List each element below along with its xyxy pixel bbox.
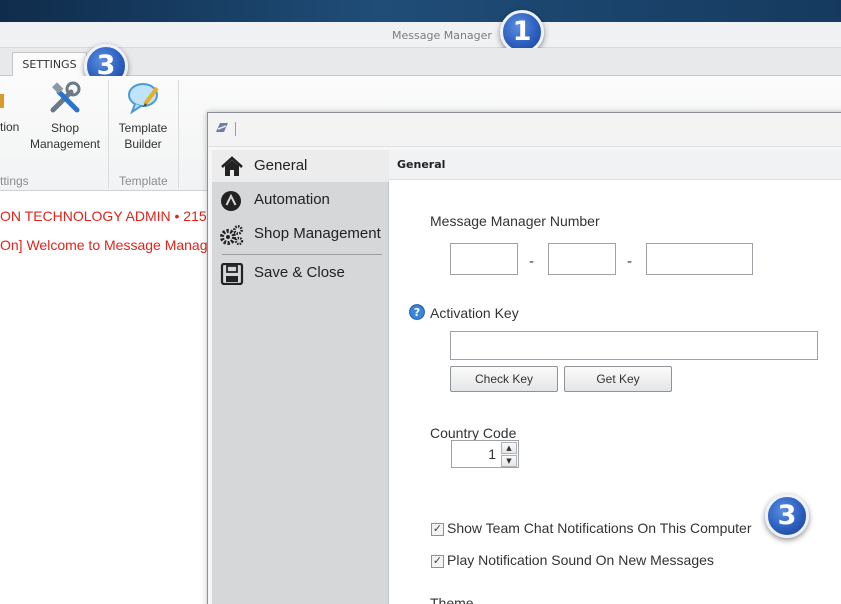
app-titlebar: Message Manager <box>0 22 841 48</box>
stepper-up-button[interactable]: ▲ <box>501 442 517 454</box>
notification-sound-checkbox[interactable]: ✓ <box>431 555 444 568</box>
speech-bubble-pencil-icon <box>128 83 159 115</box>
template-builder-label-1: Template <box>118 121 168 135</box>
sidebar-item-label: Automation <box>254 191 330 208</box>
shop-management-label-1: Shop <box>50 121 80 135</box>
panel-header: General <box>389 150 841 180</box>
gears-icon <box>220 225 244 246</box>
log-line: ON TECHNOLOGY ADMIN • 215 <box>0 208 207 224</box>
sidebar-item-automation[interactable]: Automation <box>212 184 389 216</box>
tab-settings[interactable]: SETTINGS <box>12 52 87 77</box>
help-icon[interactable]: ? <box>409 304 425 320</box>
sidebar-item-general[interactable]: General <box>212 150 389 182</box>
sidebar-item-label: General <box>254 157 308 174</box>
sidebar-item-label: Shop Management <box>254 225 381 242</box>
sidebar-item-shop-management[interactable]: Shop Management <box>212 218 389 250</box>
mm-number-field-3[interactable] <box>646 243 753 275</box>
mm-number-separator: - <box>627 254 633 270</box>
top-gradient-bar <box>0 0 841 22</box>
country-code-stepper[interactable]: 1 ▲ ▼ <box>451 440 519 468</box>
log-line: On] Welcome to Message Manag <box>0 237 208 253</box>
ribbon-button-partial[interactable]: tion <box>0 84 20 134</box>
automation-icon <box>221 191 241 211</box>
theme-label: Theme <box>430 595 474 604</box>
country-code-value: 1 <box>488 446 496 462</box>
partial-tool-icon <box>0 94 4 108</box>
group-label-template: Template <box>119 174 168 188</box>
team-chat-notifications-label: Show Team Chat Notifications On This Com… <box>447 520 752 536</box>
mm-number-separator: - <box>529 254 535 270</box>
panel-title: General <box>397 158 446 171</box>
sidebar-item-save-close[interactable]: Save & Close <box>212 257 389 289</box>
template-builder-button[interactable]: Template Builder <box>112 80 174 152</box>
callout-badge-notifications: 3 <box>765 494 809 538</box>
sidebar-item-label: Save & Close <box>254 264 345 281</box>
save-icon <box>220 263 244 285</box>
ribbon-group-separator <box>108 80 109 188</box>
svg-text:?: ? <box>414 306 420 319</box>
mm-number-field-2[interactable] <box>548 243 616 275</box>
shop-management-button[interactable]: Shop Management <box>24 80 106 152</box>
mm-number-label: Message Manager Number <box>430 213 600 229</box>
ribbon-group-separator-2 <box>178 80 179 188</box>
team-chat-notifications-checkbox[interactable]: ✓ <box>431 523 444 536</box>
settings-dialog: General Automation Shop Management Save … <box>207 112 841 604</box>
app-title: Message Manager <box>392 29 492 42</box>
shop-management-label-2: Management <box>29 137 101 151</box>
activation-key-input[interactable] <box>450 331 818 360</box>
get-key-button[interactable]: Get Key <box>564 366 672 392</box>
notification-sound-label: Play Notification Sound On New Messages <box>447 552 714 568</box>
home-icon <box>221 156 243 176</box>
check-key-button[interactable]: Check Key <box>450 366 558 392</box>
app-logo-icon <box>216 123 228 132</box>
activation-key-label: Activation Key <box>430 305 519 321</box>
country-code-label: Country Code <box>430 425 517 441</box>
general-settings-panel: General Message Manager Number - - ? Act… <box>389 150 841 604</box>
group-label-settings: ttings <box>0 174 29 188</box>
tools-icon <box>50 81 81 113</box>
mm-number-field-1[interactable] <box>450 243 518 275</box>
ribbon-button-partial-label: tion <box>0 120 20 134</box>
stepper-down-button[interactable]: ▼ <box>501 455 517 467</box>
dialog-titlebar <box>208 113 841 147</box>
sidebar-separator <box>222 254 382 255</box>
template-builder-label-2: Builder <box>124 137 162 151</box>
titlebar-divider <box>235 122 236 136</box>
dialog-sidebar: General Automation Shop Management Save … <box>212 150 389 604</box>
